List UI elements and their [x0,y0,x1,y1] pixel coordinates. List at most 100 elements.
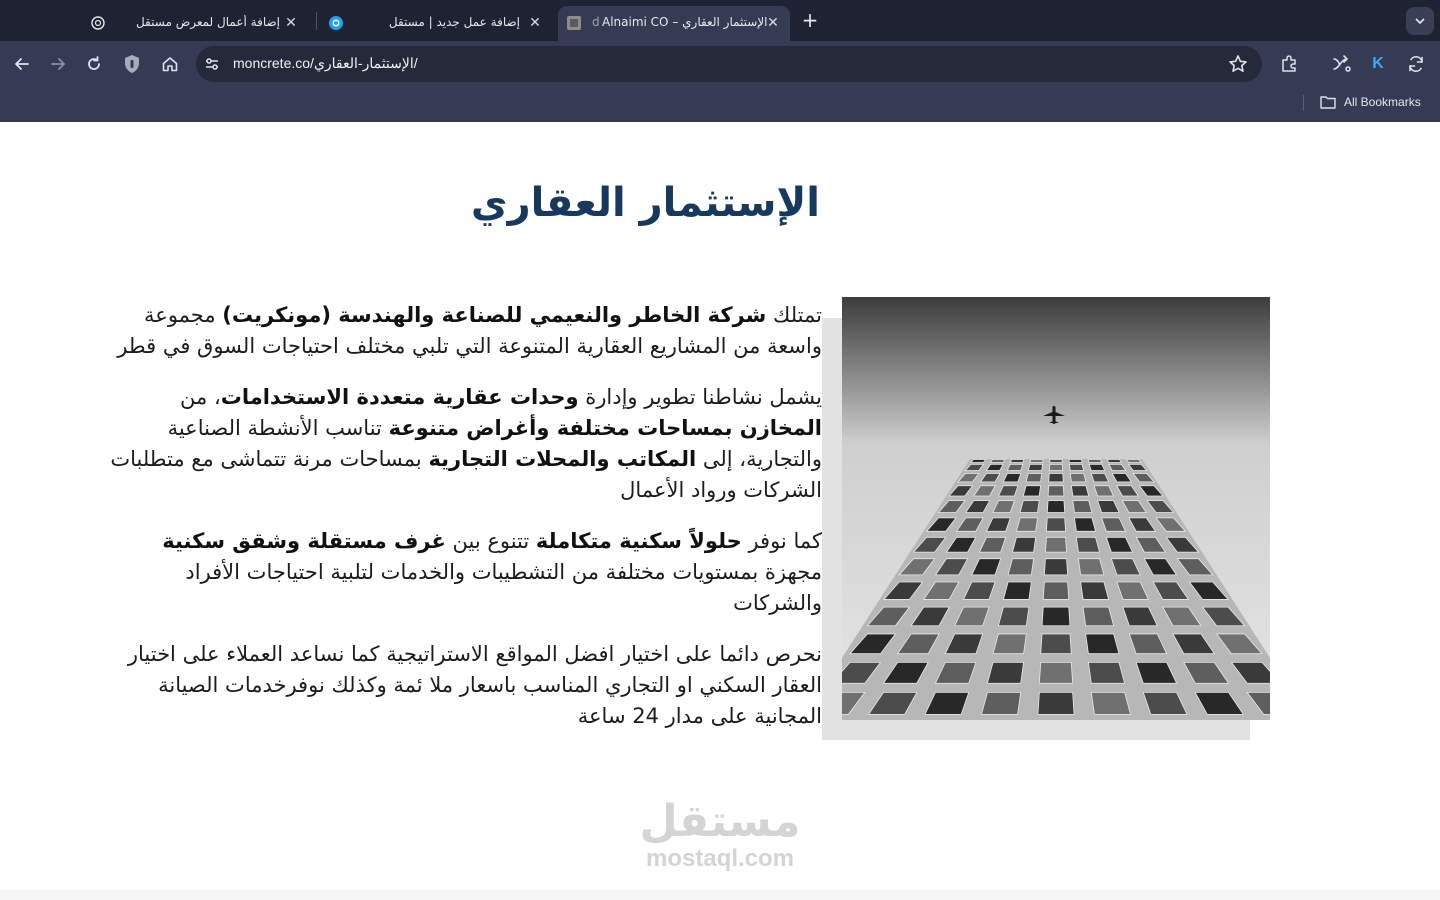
page-title: الإستثمار العقاري [470,180,820,226]
building-window [1009,459,1025,463]
text-run: تتنوع بين [445,529,536,553]
building-window [1041,606,1071,627]
building-window [1082,606,1115,627]
building-window [1068,463,1085,471]
tab-add-works[interactable]: إضافة أعمال لمعرض مستقل ✕ [80,6,310,41]
close-tab-icon[interactable]: ✕ [526,14,544,32]
building-window [1069,473,1087,483]
building-window [1075,536,1101,553]
tab-title: إضافة عمل جديد | مستقل [388,15,520,29]
bold-text: حلولاً سكنية متكاملة [535,529,742,553]
customize-button[interactable] [1329,51,1355,77]
building-window [1106,459,1123,463]
arrow-right-icon [51,58,65,70]
tab-search-button[interactable] [1406,7,1434,35]
shield-icon [125,55,139,73]
content-text: تمتلك شركة الخاطر والنعيمي للصناعة والهن… [100,300,822,752]
site-settings-button[interactable] [199,51,225,77]
sync-button[interactable] [1403,51,1429,77]
building-window [1045,536,1067,553]
paragraph-2: يشمل نشاطنا تطوير وإدارة وحدات عقارية مت… [100,382,822,506]
building-window [1042,581,1070,600]
building-window [1047,485,1065,497]
all-bookmarks-label: All Bookmarks [1344,95,1421,109]
building-window [1125,459,1143,463]
building-window [1072,500,1093,513]
building-window [1038,661,1074,684]
home-button[interactable] [157,51,183,77]
building-window [1087,661,1126,684]
profile-k-button[interactable]: K [1365,51,1391,77]
tab-title: إضافة أعمال لمعرض مستقل [135,15,280,29]
building-window [1002,581,1032,600]
tab-alnaimi-active[interactable]: d Alnaimi CO – الإستثمار العقاري ✕ [558,6,790,41]
shuffle-icon [1333,55,1351,72]
building-window [1011,536,1037,553]
text-run: ، من [180,385,221,409]
chevron-down-icon [1415,18,1425,25]
site-icon [566,15,582,31]
building-window [1048,473,1064,483]
puzzle-icon [1282,55,1296,72]
bold-text: غرف مستقلة وشقق سكنية [162,529,446,553]
star-icon [1229,55,1247,72]
building-window [980,691,1022,715]
paragraph-1: تمتلك شركة الخاطر والنعيمي للصناعة والهن… [100,300,822,362]
building-photo [842,297,1270,720]
folder-icon [1320,96,1336,109]
bold-text: شركة الخاطر والنعيمي للصناعة والهندسة (م… [222,303,767,327]
watermark-latin: mostaql.com [645,845,795,872]
building-window [1070,485,1090,497]
shield-extension-button[interactable] [119,51,145,77]
extensions-button[interactable] [1276,51,1302,77]
building-window [1080,581,1110,600]
url-text[interactable]: moncrete.co/الإستثمار-العقاري/ [233,55,418,72]
skyscraper-image [842,297,1270,720]
building-window [1006,463,1024,471]
web-page: الإستثمار العقاري تمتلك شركة الخاطر والن… [0,122,1440,900]
building-window [1085,633,1120,655]
text-run: نحرص دائما على اختيار افضل المواقع الاست… [127,642,822,728]
building-window [1029,459,1044,463]
reload-button[interactable] [81,51,107,77]
new-tab-button[interactable]: + [800,9,820,31]
building-window [1074,517,1097,532]
building-window [1087,459,1103,463]
building-window [1090,691,1132,715]
tab-separator [316,12,317,30]
building-window [1046,500,1066,513]
watermark-arabic: مستقل [639,796,801,847]
building-window [1045,517,1067,532]
close-tab-icon[interactable]: ✕ [282,14,300,32]
mostaql-watermark: مستقل mostaql.com [630,797,810,871]
text-run: مجهزة بمستويات مختلفة من التشطيبات والخد… [185,560,822,615]
building-window [1037,691,1075,715]
tab-add-new-work[interactable]: إضافة عمل جديد | مستقل ✕ [318,6,556,41]
bookmark-star-button[interactable] [1225,51,1251,77]
building-window [1068,459,1083,463]
tune-icon [206,58,218,70]
building-window [1088,463,1106,471]
bold-text: المخازن بمساحات مختلفة وأغراض متنوعة [388,416,822,440]
text-run: تمتلك [766,303,822,327]
building-window [1019,500,1040,513]
building-window [1015,517,1038,532]
text-run: يشمل نشاطنا تطوير وإدارة [578,385,822,409]
openai-icon [90,15,106,31]
building-window [1043,558,1069,576]
close-tab-icon[interactable]: ✕ [764,14,782,32]
back-button[interactable] [9,51,35,77]
page-bottom-strip [0,890,1440,900]
k-extension-icon: K [1372,55,1384,72]
tab-strip: إضافة أعمال لمعرض مستقل ✕ إضافة عمل جديد… [0,0,1440,41]
building-window [1048,463,1064,471]
reload-icon [88,56,100,70]
mostaql-icon [328,15,344,31]
tab-title: Alnaimi CO – الإستثمار العقاري [602,15,768,29]
all-bookmarks-button[interactable]: All Bookmarks [1320,95,1421,109]
browser-chrome: إضافة أعمال لمعرض مستقل ✕ إضافة عمل جديد… [0,0,1440,122]
forward-button[interactable] [45,51,71,77]
home-icon [162,57,178,72]
paragraph-4: نحرص دائما على اختيار افضل المواقع الاست… [100,639,822,732]
building-window [1077,558,1105,576]
